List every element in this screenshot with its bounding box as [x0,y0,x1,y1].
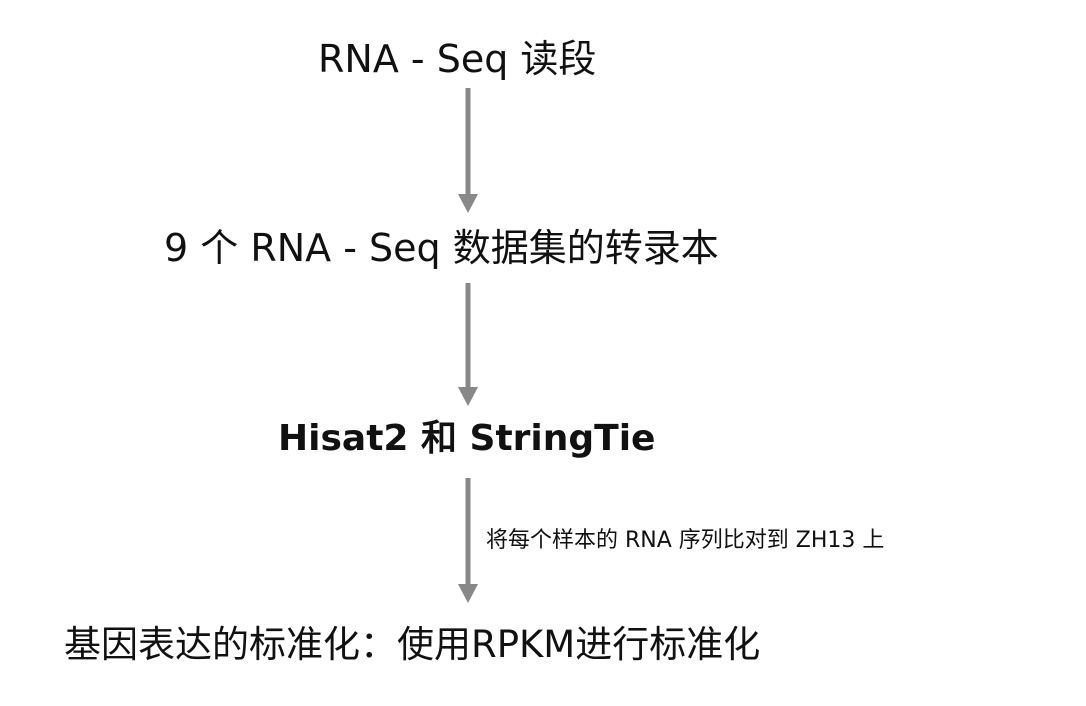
node-hisat2-stringtie: Hisat2 和 StringTie [278,418,656,459]
arrow-head [458,387,478,406]
flow-diagram: RNA - Seq 读段 9 个 RNA - Seq 数据集的转录本 Hisat… [0,0,1086,706]
arrow-head [458,194,478,213]
arrow-head [458,584,478,603]
arrow-n2-n3 [458,283,478,406]
edge-label-alignment: 将每个样本的 RNA 序列比对到 ZH13 上 [486,528,885,553]
arrow-layer [458,88,478,603]
node-transcripts: 9 个 RNA - Seq 数据集的转录本 [164,226,719,270]
node-normalization: 基因表达的标准化：使用RPKM进行标准化 [64,623,761,666]
arrow-n1-n2 [458,88,478,213]
arrow-n3-n4 [458,478,478,603]
node-rna-seq-reads: RNA - Seq 读段 [318,37,597,81]
